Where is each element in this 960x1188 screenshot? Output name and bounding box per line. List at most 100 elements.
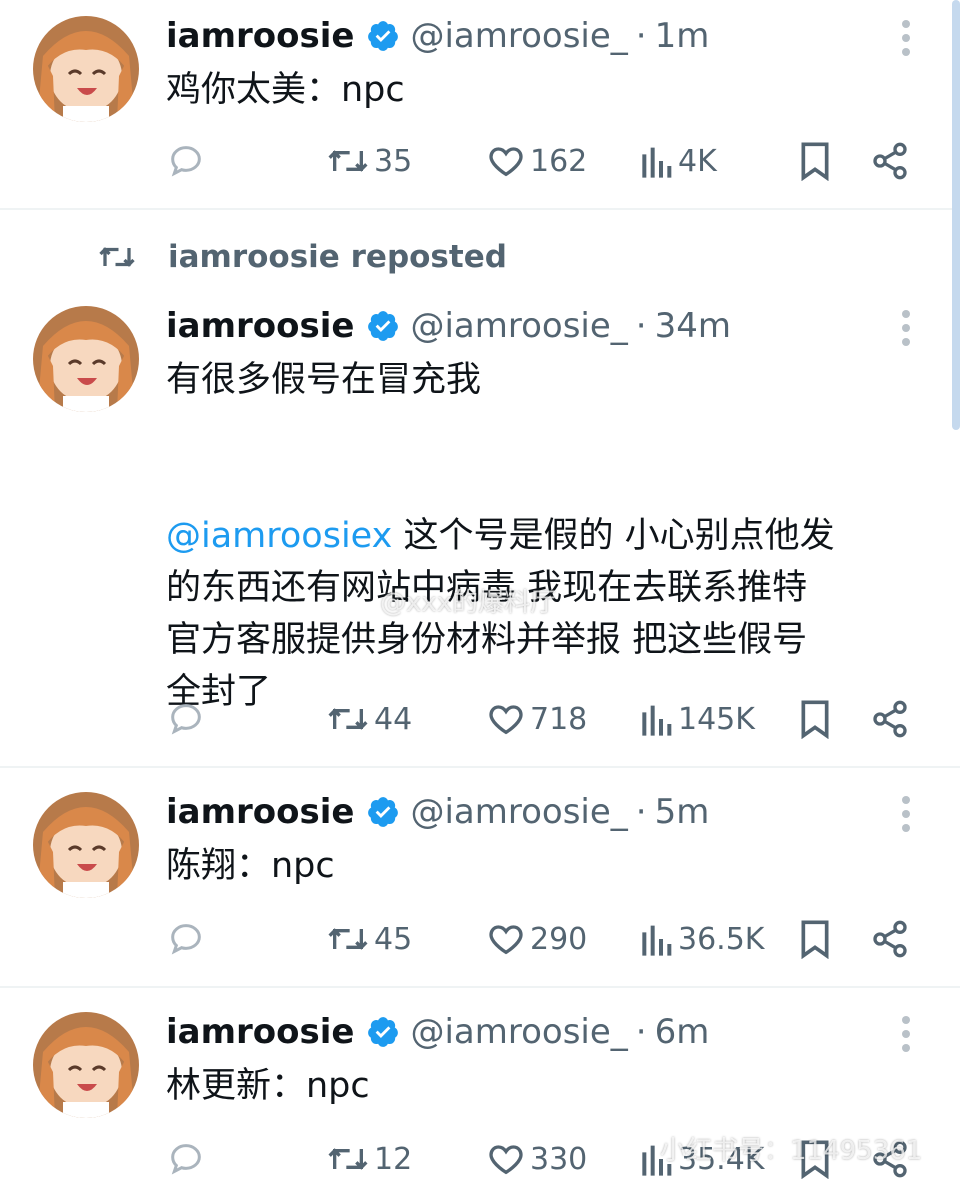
retweet-icon (328, 708, 368, 730)
tweet-text: 林更新：npc (166, 1060, 926, 1112)
timestamp[interactable]: 1m (655, 16, 710, 56)
timestamp[interactable]: 5m (655, 792, 710, 832)
share-icon (873, 920, 907, 958)
tweet-header: iamroosie @iamroosie_ · 1m (166, 14, 709, 58)
tweet-actions: 35 162 4K (0, 136, 960, 186)
like-count: 290 (530, 921, 588, 957)
divider (0, 208, 960, 210)
more-options-icon[interactable] (896, 308, 916, 348)
share-button[interactable] (870, 914, 910, 964)
more-options-icon[interactable] (896, 1014, 916, 1054)
handle[interactable]: @iamroosie_ (410, 792, 627, 832)
more-options-icon[interactable] (896, 18, 916, 58)
display-name[interactable]: iamroosie (166, 1012, 354, 1052)
scrollbar[interactable] (952, 0, 960, 430)
tweet-1[interactable]: iamroosie @iamroosie_ · 1m 鸡你太美：npc 35 1… (0, 0, 960, 208)
display-name[interactable]: iamroosie (166, 792, 354, 832)
tweet-actions: 45 290 36.5K (0, 914, 960, 964)
timestamp[interactable]: 6m (655, 1012, 710, 1052)
tweet-text: 鸡你太美：npc (166, 64, 926, 116)
reply-button[interactable] (166, 914, 210, 964)
more-options-icon[interactable] (896, 794, 916, 834)
share-icon (873, 142, 907, 180)
display-name[interactable]: iamroosie (166, 16, 354, 56)
avatar[interactable] (33, 306, 139, 412)
separator-dot: · (635, 16, 647, 56)
retweet-count: 35 (374, 143, 413, 179)
views-button[interactable]: 36.5K (638, 914, 764, 964)
view-count: 4K (678, 143, 717, 179)
retweet-icon (328, 1148, 368, 1170)
separator-dot: · (635, 792, 647, 832)
timestamp[interactable]: 34m (655, 306, 731, 346)
like-button[interactable]: 330 (486, 1134, 587, 1184)
heart-icon (489, 1145, 523, 1175)
reply-icon (171, 704, 201, 735)
views-icon (642, 705, 672, 736)
tweet-text-line: 林更新：npc (166, 1066, 370, 1106)
avatar[interactable] (33, 792, 139, 898)
weibo-watermark: @xxx的爆料厅 (380, 588, 557, 618)
avatar[interactable] (33, 16, 139, 122)
tweet-actions: 44 718 145K (0, 694, 960, 744)
verified-badge-icon (366, 309, 400, 343)
views-button[interactable]: 145K (638, 694, 755, 744)
handle[interactable]: @iamroosie_ (410, 16, 627, 56)
repost-indicator[interactable]: iamroosie reposted (96, 234, 507, 280)
display-name[interactable]: iamroosie (166, 306, 354, 346)
reply-icon (171, 1144, 201, 1175)
view-count: 36.5K (678, 921, 765, 957)
bookmark-button[interactable] (798, 694, 832, 744)
reply-button[interactable] (166, 694, 210, 744)
handle[interactable]: @iamroosie_ (410, 1012, 627, 1052)
tweet-2[interactable]: iamroosie @iamroosie_ · 34m 有很多假号在冒充我 @i… (0, 290, 960, 766)
reply-button[interactable] (166, 136, 210, 186)
share-button[interactable] (870, 136, 910, 186)
bookmark-icon (801, 700, 829, 739)
divider (0, 766, 960, 768)
tweet-header: iamroosie @iamroosie_ · 6m (166, 1010, 709, 1054)
verified-badge-icon (366, 795, 400, 829)
view-count: 145K (678, 701, 755, 737)
retweet-icon (328, 928, 368, 950)
mention-link[interactable]: @iamroosiex (166, 516, 392, 556)
separator-dot: · (635, 1012, 647, 1052)
bookmark-icon (801, 142, 829, 181)
tweet-3[interactable]: iamroosie @iamroosie_ · 5m 陈翔：npc 45 290… (0, 776, 960, 986)
retweet-button[interactable]: 45 (326, 914, 412, 964)
views-icon (642, 925, 672, 956)
heart-icon (489, 147, 523, 177)
like-button[interactable]: 290 (486, 914, 587, 964)
separator-dot: · (635, 306, 647, 346)
tweet-header: iamroosie @iamroosie_ · 34m (166, 304, 731, 348)
tweet-text: 陈翔：npc (166, 840, 926, 892)
reply-icon (171, 924, 201, 955)
bookmark-icon (801, 920, 829, 959)
handle[interactable]: @iamroosie_ (410, 306, 627, 346)
retweet-button[interactable]: 35 (326, 136, 412, 186)
retweet-count: 44 (374, 701, 413, 737)
heart-icon (489, 925, 523, 955)
like-button[interactable]: 162 (486, 136, 587, 186)
tweet-text-fragment: 这个号是假的 小心别点他发 (392, 516, 835, 556)
tweet-text-line: @iamroosiex 这个号是假的 小心别点他发 (166, 510, 926, 562)
bookmark-button[interactable] (798, 136, 832, 186)
retweet-icon (328, 150, 368, 172)
retweet-button[interactable]: 44 (326, 694, 412, 744)
share-icon (873, 700, 907, 738)
bookmark-button[interactable] (798, 914, 832, 964)
views-button[interactable]: 4K (638, 136, 717, 186)
retweet-icon (99, 247, 135, 267)
like-count: 718 (530, 701, 588, 737)
avatar[interactable] (33, 1012, 139, 1118)
retweet-button[interactable]: 12 (326, 1134, 412, 1184)
views-icon (642, 147, 672, 178)
share-button[interactable] (870, 694, 910, 744)
tweet-text-line: 陈翔：npc (166, 846, 335, 886)
reply-button[interactable] (166, 1134, 210, 1184)
like-button[interactable]: 718 (486, 694, 587, 744)
tweet-text: 有很多假号在冒充我 @iamroosiex 这个号是假的 小心别点他发 的东西还… (166, 354, 926, 718)
divider (0, 986, 960, 988)
